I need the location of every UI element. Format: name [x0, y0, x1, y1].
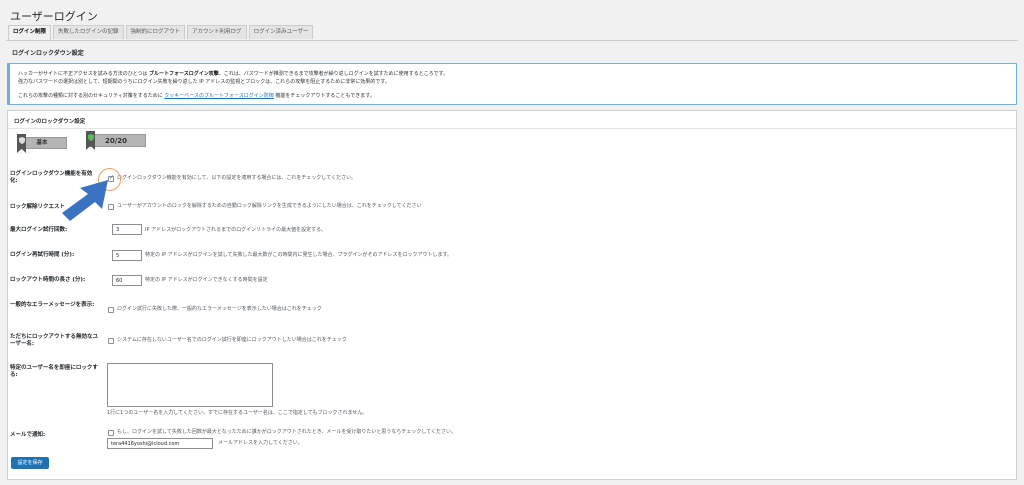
panel-title: ログインのロックダウン設定: [14, 119, 86, 125]
lockout-length-label: ロックアウト時間の長さ (分):: [10, 277, 86, 283]
lockout-length-input[interactable]: 60: [112, 275, 142, 286]
info-notice: ハッカーがサイトに不正アクセスを試みる方法のひとつは ブルートフォースログイン攻…: [7, 63, 1017, 105]
notice-line-1: ハッカーがサイトに不正アクセスを試みる方法のひとつは ブルートフォースログイン攻…: [18, 70, 1008, 78]
settings-panel: ログインのロックダウン設定: [7, 110, 1017, 480]
email-desc: メールアドレスを入力してください。: [218, 440, 303, 446]
page-title: ユーザーログイン: [10, 10, 98, 23]
shield-icon: [87, 134, 94, 141]
notice-text: 。これは、パスワードが推測できるまで攻撃者が繰り返しログインを試すために使用する…: [218, 71, 449, 77]
tab-failed-login-records[interactable]: 失敗したログインの記録: [53, 25, 124, 39]
invalid-user-checkbox[interactable]: [108, 338, 114, 344]
tab-account-activity[interactable]: アカウント利用ログ: [187, 25, 247, 39]
panel-divider: [8, 128, 1016, 129]
email-notify-checkbox[interactable]: [108, 430, 114, 436]
notice-line-2: 強力なパスワードの選択は別として、短期間のうちにログイン失敗を繰り返した IP …: [18, 79, 390, 85]
tab-bar: ログイン制限 失敗したログインの記録 強制的にログアウト アカウント利用ログ ロ…: [8, 25, 314, 41]
retry-period-desc: 特定の IP アドレスがログインを試して失敗した最大数がこの時間内に発生した場合…: [145, 252, 453, 258]
generic-error-label: 一般的なエラーメッセージを表示:: [10, 302, 95, 308]
save-settings-button[interactable]: 設定を保存: [11, 457, 49, 469]
tab-force-logout[interactable]: 強制的にログアウト: [125, 25, 186, 39]
tab-divider: [6, 40, 1018, 41]
generic-error-desc: ログイン試行に失敗した際、一般的なエラーメッセージを表示したい場合はこれをチェッ…: [117, 306, 322, 312]
tab-logged-in-users[interactable]: ログイン済みユーザー: [248, 25, 314, 39]
generic-error-checkbox[interactable]: [108, 307, 114, 313]
max-attempts-input[interactable]: 3: [112, 224, 142, 235]
max-attempts-desc: IP アドレスがロックアウトされるまでのログインリトライの最大値を設定する。: [145, 227, 327, 233]
notice-text: 機能をチェックアウトすることもできます。: [273, 93, 375, 99]
instant-lock-label: 特定のユーザー名を即座にロックする:: [10, 365, 98, 378]
section-title: ログインロックダウン設定: [12, 50, 84, 57]
tab-login-restriction[interactable]: ログイン制限: [8, 25, 52, 41]
lockdown-desc: ログインロックダウン機能を有効にして、以下の設定を適用する場合には、これをチェッ…: [117, 175, 357, 181]
score-badge: 20/20: [86, 134, 146, 147]
instant-lock-textarea[interactable]: [107, 363, 273, 407]
invalid-user-label: ただちにロックアウトする無効なユーザー名:: [10, 334, 99, 347]
basic-badge-label: 基本: [36, 140, 48, 146]
unlock-request-label: ロック解除リクエスト: [10, 204, 66, 210]
max-attempts-label: 最大ログイン試行回数:: [10, 227, 68, 233]
notice-line-3: これらの攻撃の種類に対する別のセキュリティ対策をするために クッキーベースのブル…: [18, 92, 1008, 100]
instant-lock-desc: 1行に1つのユーザー名を入力してください。すでに存在するユーザー名は、ここで指定…: [107, 410, 368, 416]
email-notify-desc: もし、ログインを試して失敗した回数が最大となったために誰かがロックアウトされたと…: [117, 429, 457, 435]
score-badge-label: 20/20: [104, 137, 128, 145]
retry-period-label: ログイン再試行時間 (分):: [10, 252, 75, 258]
arrow-icon: [62, 180, 108, 221]
cookie-brute-force-link[interactable]: クッキーベースのブルートフォースログイン防御: [164, 93, 274, 99]
unlock-request-checkbox[interactable]: [108, 204, 114, 210]
invalid-user-desc: システムに存在しないユーザー名でのログイン試行を即座にロックアウトしたい場合はこ…: [117, 337, 347, 343]
retry-period-input[interactable]: 5: [112, 250, 142, 261]
email-notify-label: メールで通知:: [10, 432, 46, 438]
unlock-request-desc: ユーザーがアカウントのロックを解除するための自動ロック解除リンクを生成できるよう…: [117, 203, 422, 209]
shield-icon: [18, 137, 25, 144]
notice-text: ハッカーがサイトに不正アクセスを試みる方法のひとつは: [18, 71, 149, 77]
email-input[interactable]: tera4416yoshi@icloud.com: [107, 438, 213, 449]
notice-text: これらの攻撃の種類に対する別のセキュリティ対策をするために: [18, 93, 165, 99]
lockout-length-desc: 特定の IP アドレスがログインできなくする時間を設定: [145, 277, 268, 283]
notice-bold-term: ブルートフォースログイン攻撃: [149, 71, 219, 77]
